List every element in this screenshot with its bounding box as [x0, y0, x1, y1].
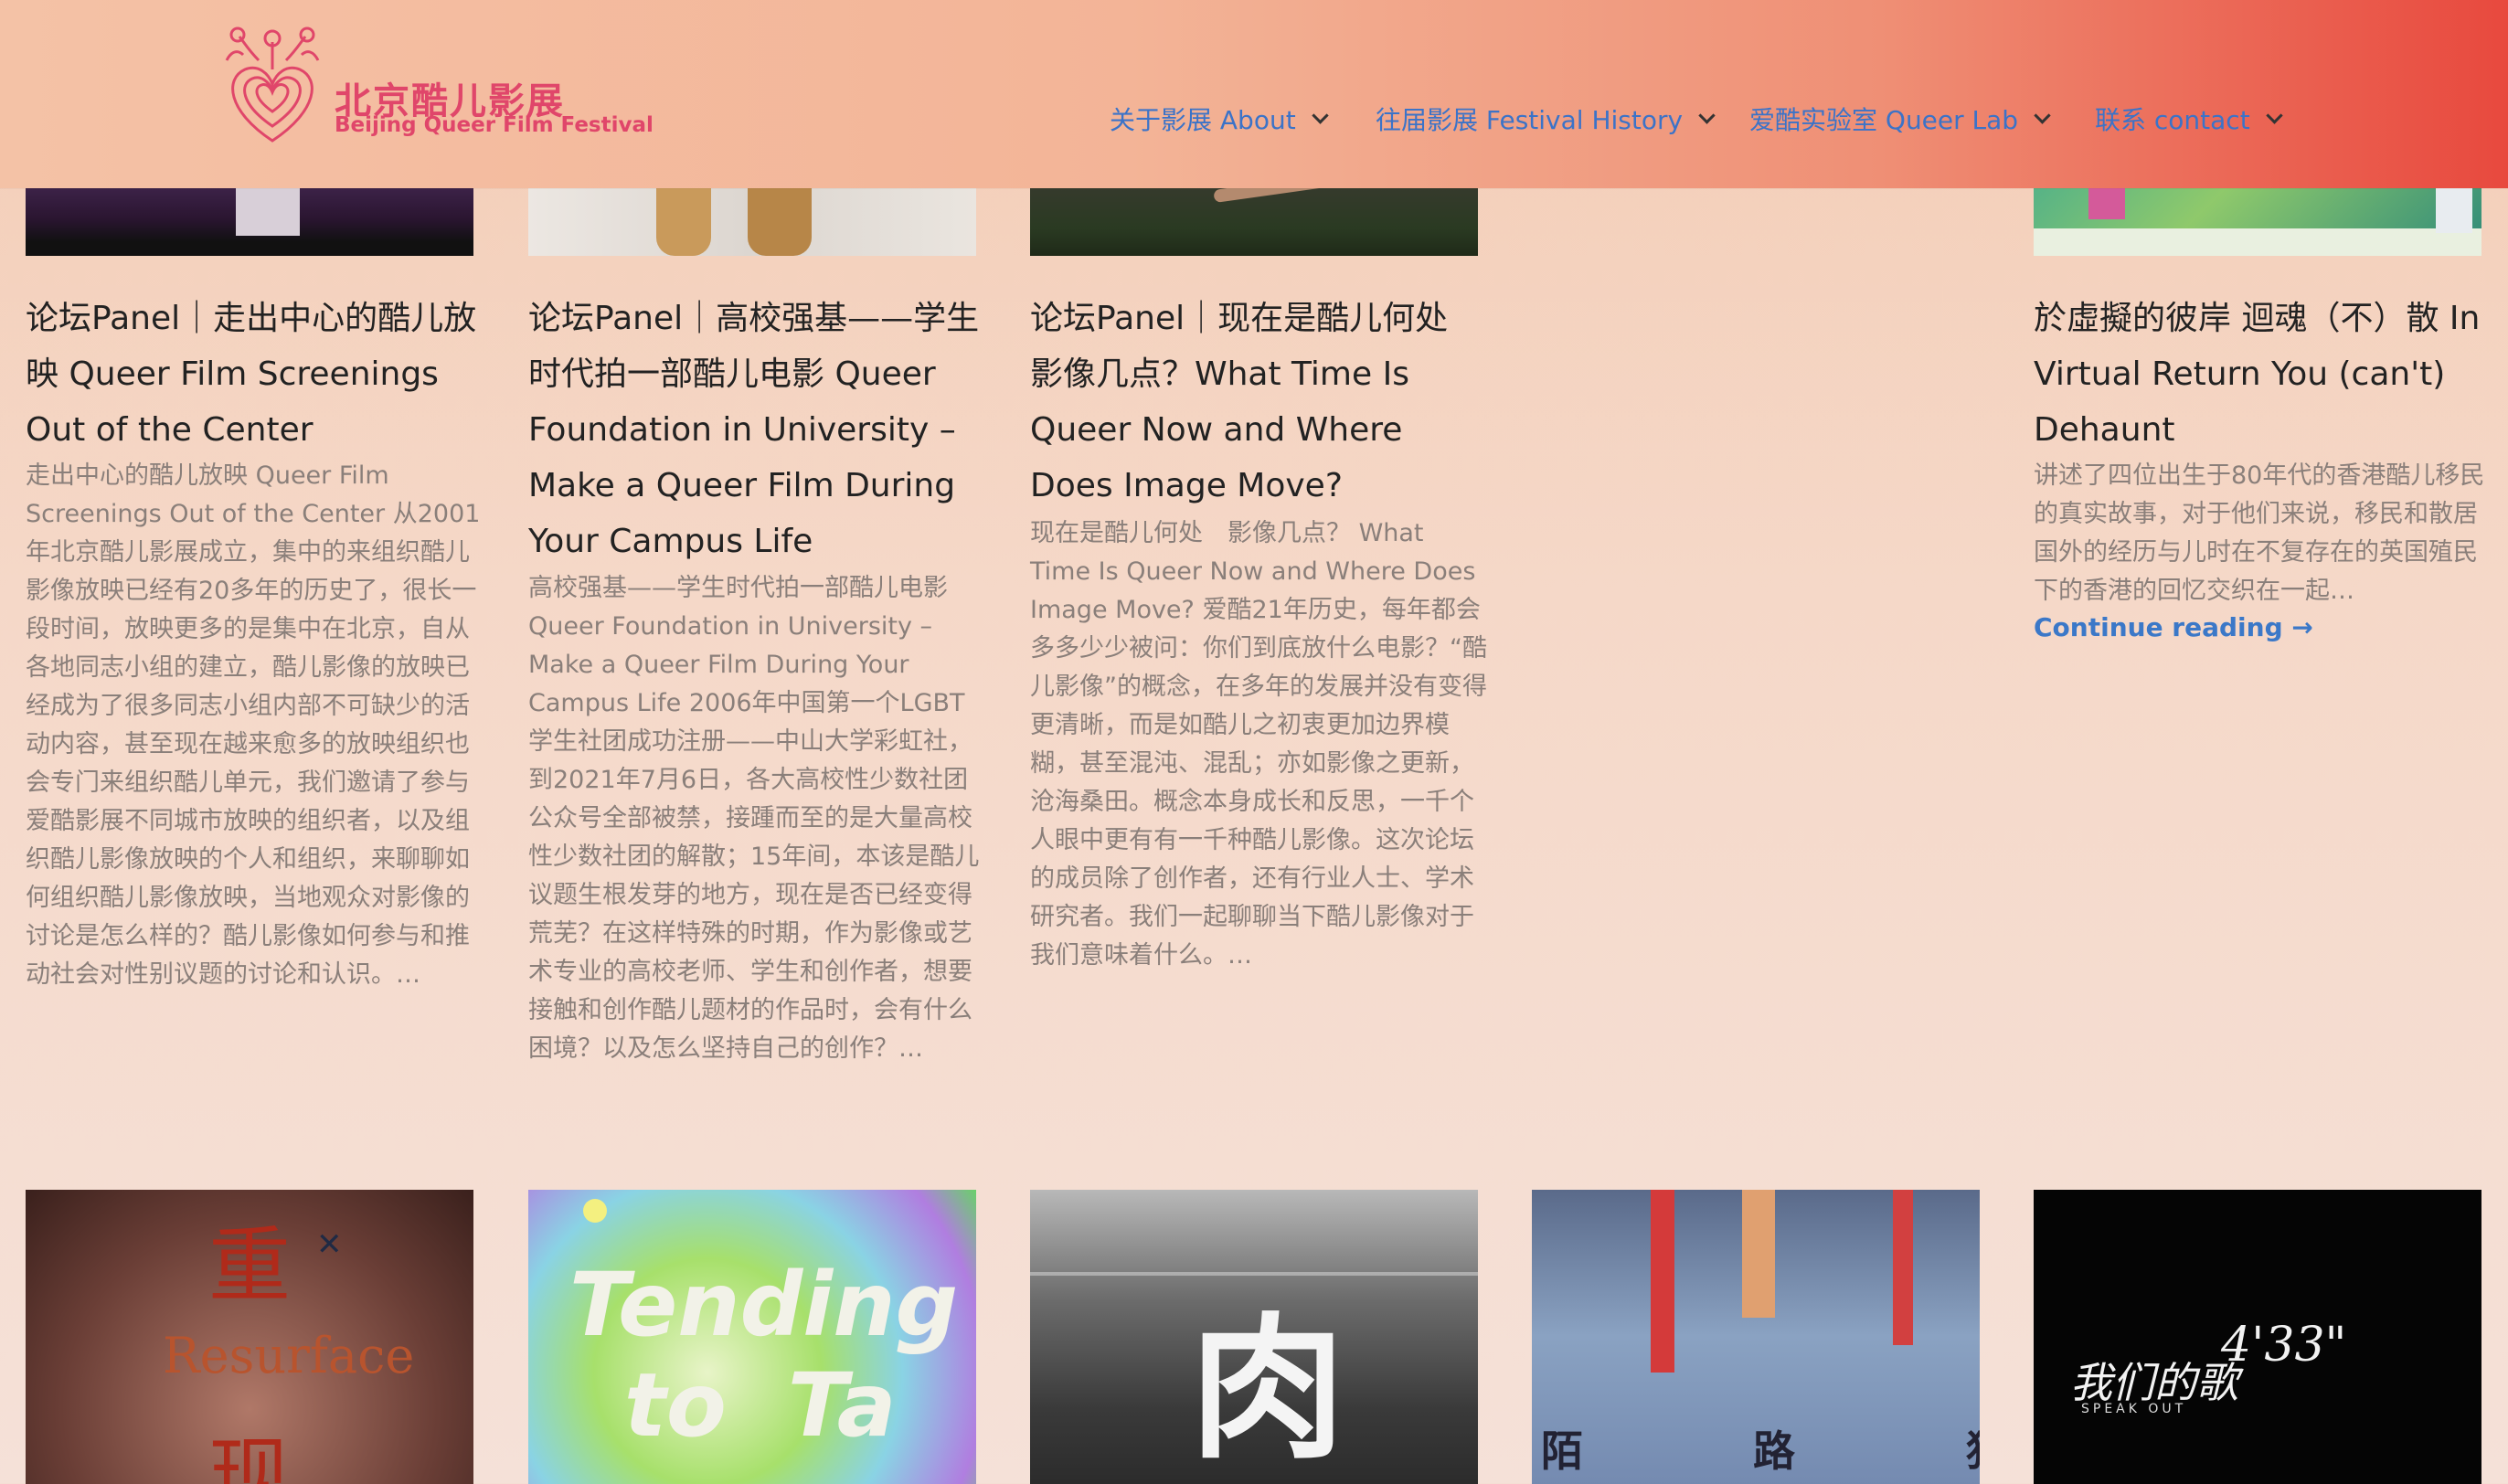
lantern-strip [1742, 1190, 1775, 1318]
post-thumbnail[interactable]: 肉 [1030, 1190, 1478, 1484]
post-title[interactable]: 论坛Panel｜现在是酷儿何处影像几点？What Time Is Queer N… [1030, 291, 1469, 514]
nav-item-label: 爱酷实验室 Queer Lab [1749, 105, 2019, 135]
thumbnail-title-cn: 重 [208, 1218, 291, 1314]
chevron-down-icon [1698, 106, 1716, 124]
post-excerpt: 讲述了四位出生于80年代的香港酷儿移民的真实故事，对于他们来说，移民和散居国外的… [2034, 461, 2485, 605]
sparkle-icon [583, 1199, 607, 1223]
post-title[interactable]: 论坛Panel｜高校强基——学生时代拍一部酷儿电影 Queer Foundati… [528, 291, 985, 569]
thumbnail-title: Tending [569, 1254, 959, 1356]
chevron-down-icon [2265, 106, 2283, 124]
post-thumbnail[interactable]: 陌 路 狂 欢 [1532, 1190, 1980, 1484]
post-excerpt: 现在是酷儿何处 影像几点？ What Time Is Queer Now and… [1030, 519, 1487, 970]
thumbnail-subtitle: SPEAK OUT [2081, 1402, 2187, 1416]
lantern-strip [1651, 1190, 1674, 1373]
post-thumbnail[interactable]: 我们的歌 4'33" SPEAK OUT [2034, 1190, 2481, 1484]
chevron-down-icon [1311, 106, 1329, 124]
thumbnail-title: 陌 路 狂 欢 [1541, 1426, 1980, 1476]
site-header: 北京酷儿影展 Beijing Queer Film Festival 关于影展 … [0, 0, 2508, 188]
thumbnail-border [2034, 228, 2481, 256]
nav-item-label: 联系 contact [2095, 105, 2250, 135]
cross-icon: ✕ [316, 1226, 343, 1263]
nav-item-label: 往届影展 Festival History [1376, 105, 1684, 135]
main-nav: 关于影展 About 往届影展 Festival History 爱酷实验室 Q… [0, 101, 2508, 137]
chevron-down-icon [2034, 106, 2051, 124]
post-excerpt: 高校强基——学生时代拍一部酷儿电影 Queer Foundation in Un… [528, 574, 980, 1063]
nav-item-festival-history[interactable]: 往届影展 Festival History [1376, 101, 1716, 137]
continue-reading-link[interactable]: Continue reading → [2034, 612, 2313, 642]
post-title[interactable]: 於虛擬的彼岸 迴魂（不）散 In Virtual Return You (can… [2034, 291, 2491, 458]
thumbnail-title-en: Resurface [163, 1327, 415, 1384]
lantern-strip [1893, 1190, 1913, 1345]
thumbnail-title: 肉 [1190, 1299, 1346, 1480]
post-title[interactable]: 论坛Panel｜走出中心的酷儿放映 Queer Film Screenings … [26, 291, 483, 458]
post-thumbnail[interactable]: 重 Resurface 现 ✕ [26, 1190, 473, 1484]
thumbnail-title: to Ta [624, 1354, 897, 1457]
nav-item-label: 关于影展 About [1110, 105, 1296, 135]
post-excerpt: 走出中心的酷儿放映 Queer Film Screenings Out of t… [26, 461, 481, 989]
post-thumbnail[interactable]: Tending to Ta [528, 1190, 976, 1484]
thumbnail-title-num: 4'33" [2221, 1318, 2347, 1373]
thumbnail-block [2088, 183, 2125, 219]
nav-item-about[interactable]: 关于影展 About [1110, 101, 1329, 137]
nav-item-contact[interactable]: 联系 contact [2095, 101, 2283, 137]
thumbnail-title-cn: 现 [208, 1428, 291, 1484]
nav-item-queer-lab[interactable]: 爱酷实验室 Queer Lab [1749, 101, 2051, 137]
